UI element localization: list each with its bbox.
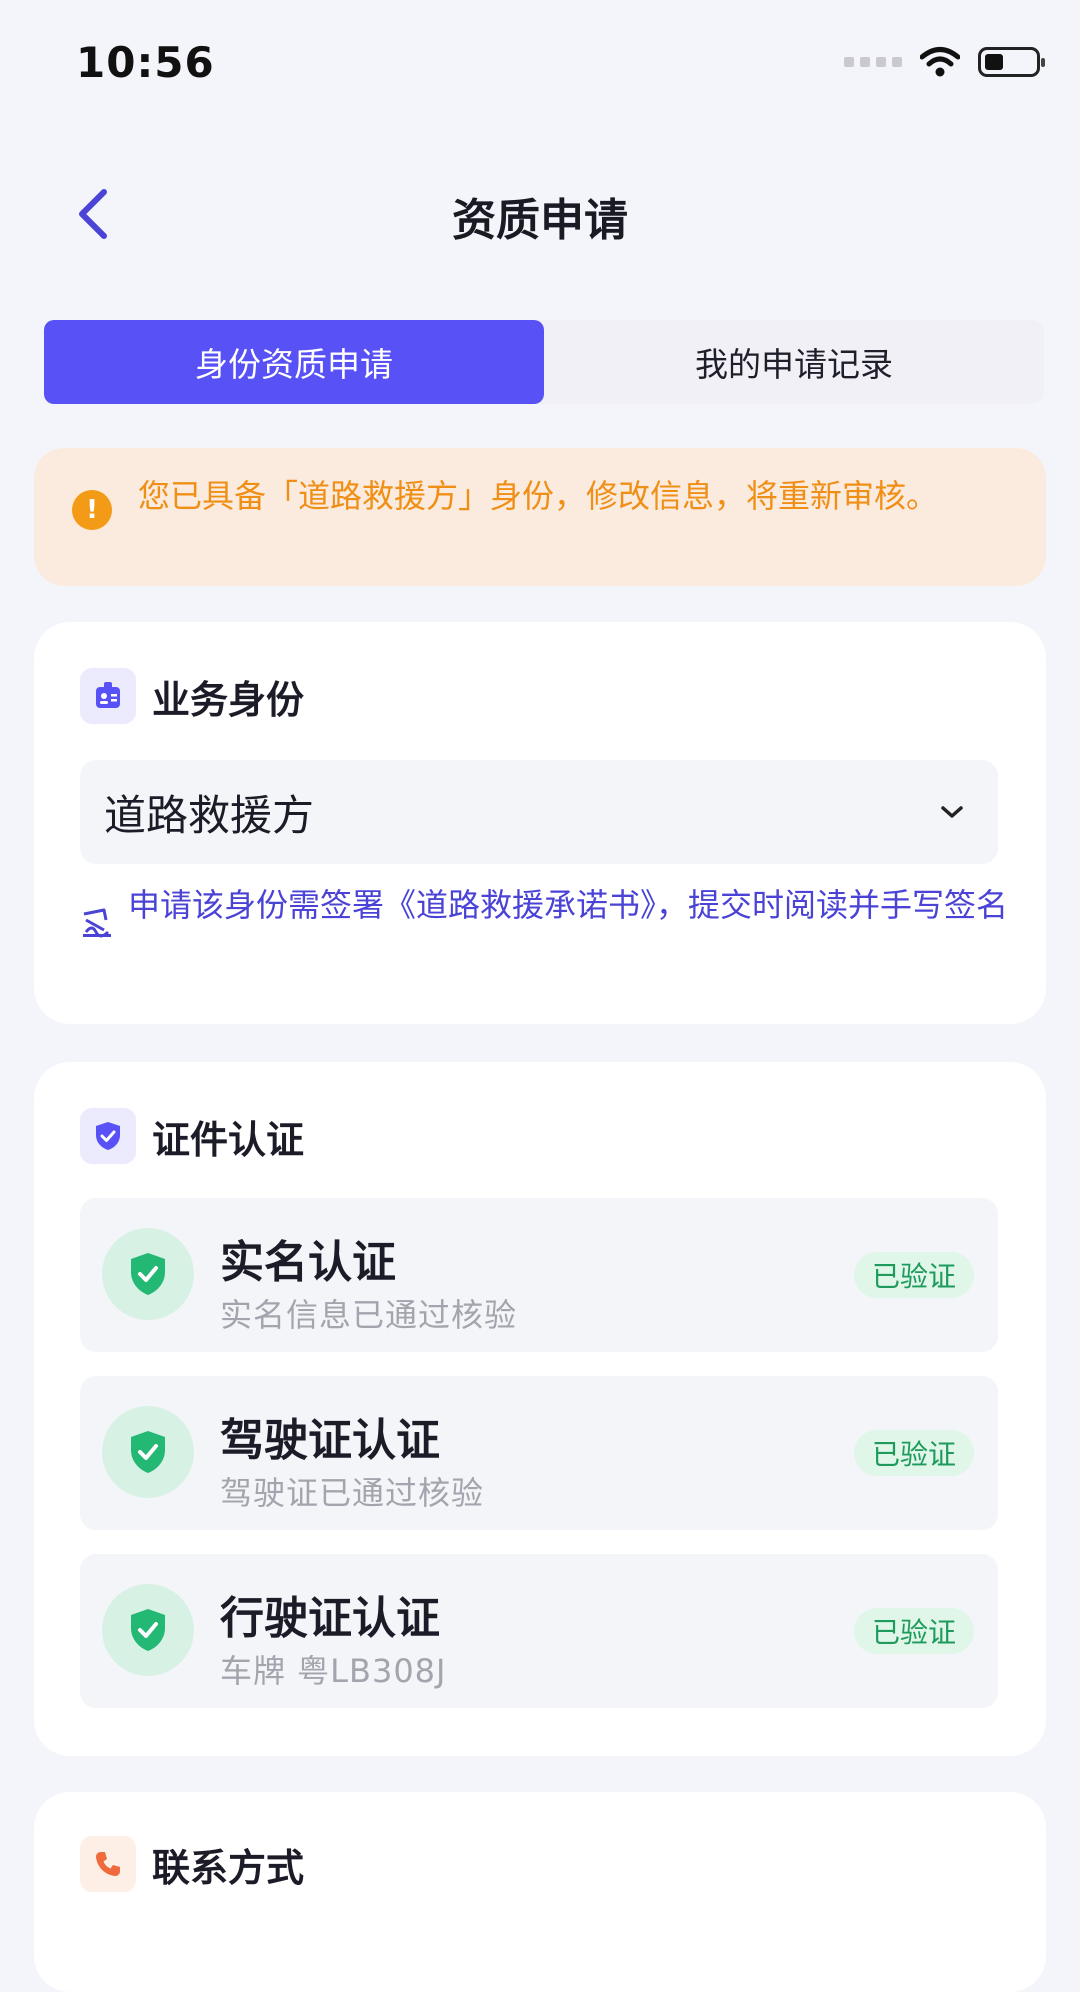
wifi-icon <box>920 47 960 77</box>
status-time: 10:56 <box>76 38 215 87</box>
card-header: 联系方式 <box>80 1836 304 1892</box>
certification-card: 证件认证 实名认证 实名信息已通过核验 已验证 驾驶证认证 驾驶证已通过核验 已… <box>34 1062 1046 1756</box>
tab-bar: 身份资质申请 我的申请记录 <box>44 320 1044 404</box>
verified-badge: 已验证 <box>853 1252 974 1298</box>
certification-title: 证件认证 <box>152 1117 305 1162</box>
cert-subtitle: 驾驶证已通过核验 <box>220 1474 485 1512</box>
navigation-bar: 资质申请 <box>0 170 1080 260</box>
cert-subtitle: 车牌 粤LB308J <box>220 1652 447 1690</box>
cert-row-real-name[interactable]: 实名认证 实名信息已通过核验 已验证 <box>80 1198 998 1352</box>
cert-subtitle: 实名信息已通过核验 <box>220 1296 518 1334</box>
notice-banner: ! 您已具备「道路救援方」身份，修改信息，将重新审核。 <box>34 448 1046 586</box>
cert-row-driver-license[interactable]: 驾驶证认证 驾驶证已通过核验 已验证 <box>80 1376 998 1530</box>
signature-hint-text: 申请该身份需签署《道路救援承诺书》，提交时阅读并手写签名 <box>128 886 1009 924</box>
tab-identity-application[interactable]: 身份资质申请 <box>44 320 544 404</box>
cert-title: 驾驶证认证 <box>220 1415 440 1466</box>
contact-title: 联系方式 <box>152 1845 305 1890</box>
card-header: 业务身份 <box>80 668 304 724</box>
contact-card: 联系方式 <box>34 1792 1046 1992</box>
status-bar: 10:56 <box>0 0 1080 130</box>
business-identity-card: 业务身份 道路救援方 申请该身份需签署《道路救援承诺书》，提交时阅读并手写签名 <box>34 622 1046 1024</box>
page-title: 资质申请 <box>452 195 628 246</box>
phone-icon <box>80 1836 136 1892</box>
shield-check-icon <box>80 1108 136 1164</box>
cert-row-vehicle-license[interactable]: 行驶证认证 车牌 粤LB308J 已验证 <box>80 1554 998 1708</box>
verified-badge: 已验证 <box>853 1430 974 1476</box>
verified-shield-icon <box>102 1228 194 1320</box>
cert-title: 实名认证 <box>220 1237 396 1288</box>
business-identity-title: 业务身份 <box>152 677 305 722</box>
notice-text: 您已具备「道路救援方」身份，修改信息，将重新审核。 <box>138 477 939 515</box>
id-badge-icon <box>80 668 136 724</box>
cert-title: 行驶证认证 <box>220 1593 440 1644</box>
card-header: 证件认证 <box>80 1108 304 1164</box>
chevron-down-icon <box>941 806 963 818</box>
status-icons <box>844 46 1045 78</box>
verified-badge: 已验证 <box>853 1608 974 1654</box>
battery-icon <box>978 47 1045 77</box>
signature-hint[interactable]: 申请该身份需签署《道路救援承诺书》，提交时阅读并手写签名 <box>80 888 1010 940</box>
verified-shield-icon <box>102 1406 194 1498</box>
info-icon: ! <box>72 490 112 530</box>
identity-select-value: 道路救援方 <box>104 790 315 840</box>
verified-shield-icon <box>102 1584 194 1676</box>
tab-application-records[interactable]: 我的申请记录 <box>544 320 1044 404</box>
cellular-signal-icon <box>844 57 902 67</box>
identity-select[interactable]: 道路救援方 <box>80 760 998 864</box>
signature-icon <box>83 908 111 938</box>
